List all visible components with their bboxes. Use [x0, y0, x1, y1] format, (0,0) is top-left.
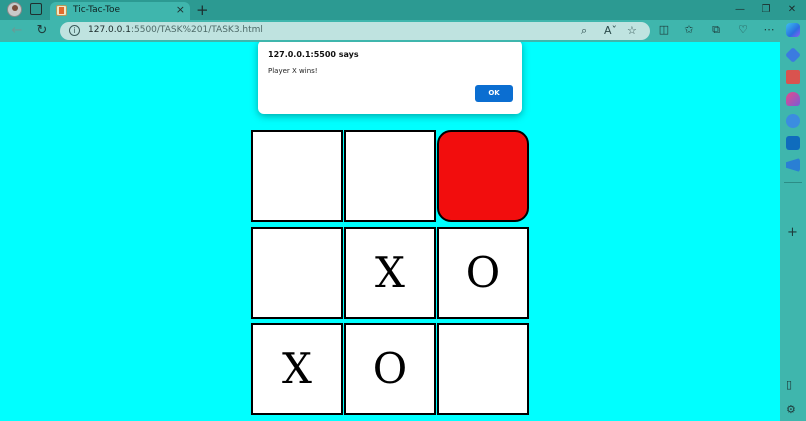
favorites-icon[interactable]: ✩: [681, 22, 697, 38]
board-cell-6[interactable]: X: [251, 323, 343, 415]
zoom-icon[interactable]: ⌕: [581, 24, 587, 38]
read-aloud-icon[interactable]: Aˇ: [604, 24, 617, 37]
site-info-icon[interactable]: i: [69, 25, 80, 36]
url-path: :5500/TASK%201/TASK3.html: [130, 25, 263, 35]
sidebar-settings-gear-icon[interactable]: ⚙: [786, 403, 796, 416]
board-cell-0[interactable]: [251, 130, 343, 222]
alert-dialog: 127.0.0.1:5500 says Player X wins! OK: [258, 42, 522, 114]
sidebar-divider: [784, 182, 802, 183]
dialog-message: Player X wins!: [268, 67, 318, 75]
url-text[interactable]: 127.0.0.1:5500/TASK%201/TASK3.html: [88, 25, 263, 35]
new-tab-button[interactable]: +: [196, 0, 209, 20]
sidebar-games-icon[interactable]: [786, 92, 800, 106]
page-favicon-icon: [56, 5, 67, 16]
sidebar-tag-icon[interactable]: [785, 47, 801, 63]
url-host: 127.0.0.1: [88, 25, 131, 35]
sidebar-outlook-icon[interactable]: [786, 136, 800, 150]
browser-tab[interactable]: Tic-Tac-Toe ×: [50, 2, 190, 20]
address-bar[interactable]: i 127.0.0.1:5500/TASK%201/TASK3.html ⌕ A…: [60, 22, 650, 40]
sidebar-add-icon[interactable]: +: [787, 225, 798, 240]
close-window-button[interactable]: ✕: [780, 0, 804, 20]
minimize-button[interactable]: —: [728, 0, 752, 20]
board-cell-1[interactable]: [344, 130, 436, 222]
board-cell-2[interactable]: [437, 130, 529, 222]
more-menu-icon[interactable]: ⋯: [761, 22, 777, 38]
browser-essentials-icon[interactable]: ♡: [735, 22, 751, 38]
profile-avatar-icon[interactable]: [7, 2, 22, 17]
favorite-star-icon[interactable]: ☆: [627, 24, 637, 37]
tab-actions-icon[interactable]: [30, 3, 42, 15]
ok-button[interactable]: OK: [475, 85, 513, 102]
copilot-icon[interactable]: [786, 23, 800, 37]
sidebar-send-icon[interactable]: [786, 158, 800, 172]
page-viewport: X O X O 127.0.0.1:5500 says Player X win…: [0, 42, 780, 421]
edge-sidebar: + ▯ ⚙: [780, 42, 806, 421]
collections-icon[interactable]: ⧉: [708, 22, 724, 38]
board-cell-7[interactable]: O: [344, 323, 436, 415]
refresh-icon[interactable]: ↻: [33, 22, 51, 40]
dialog-origin: 127.0.0.1:5500 says: [268, 50, 359, 59]
board-cell-5[interactable]: O: [437, 227, 529, 319]
board-cell-8[interactable]: [437, 323, 529, 415]
tab-close-button[interactable]: ×: [176, 3, 185, 16]
title-bar: Tic-Tac-Toe × + — ❐ ✕: [0, 0, 806, 20]
board-cell-4[interactable]: X: [344, 227, 436, 319]
sidebar-toolbox-icon[interactable]: [786, 70, 800, 84]
tic-tac-toe-board: X O X O: [251, 130, 531, 416]
restore-button[interactable]: ❐: [754, 0, 778, 20]
tab-title: Tic-Tac-Toe: [73, 5, 120, 15]
back-arrow-icon[interactable]: ←: [8, 22, 26, 40]
sidebar-microsoft365-icon[interactable]: [786, 114, 800, 128]
split-screen-icon[interactable]: ◫: [656, 22, 672, 38]
board-cell-3[interactable]: [251, 227, 343, 319]
sidebar-panel-icon[interactable]: ▯: [786, 378, 792, 391]
